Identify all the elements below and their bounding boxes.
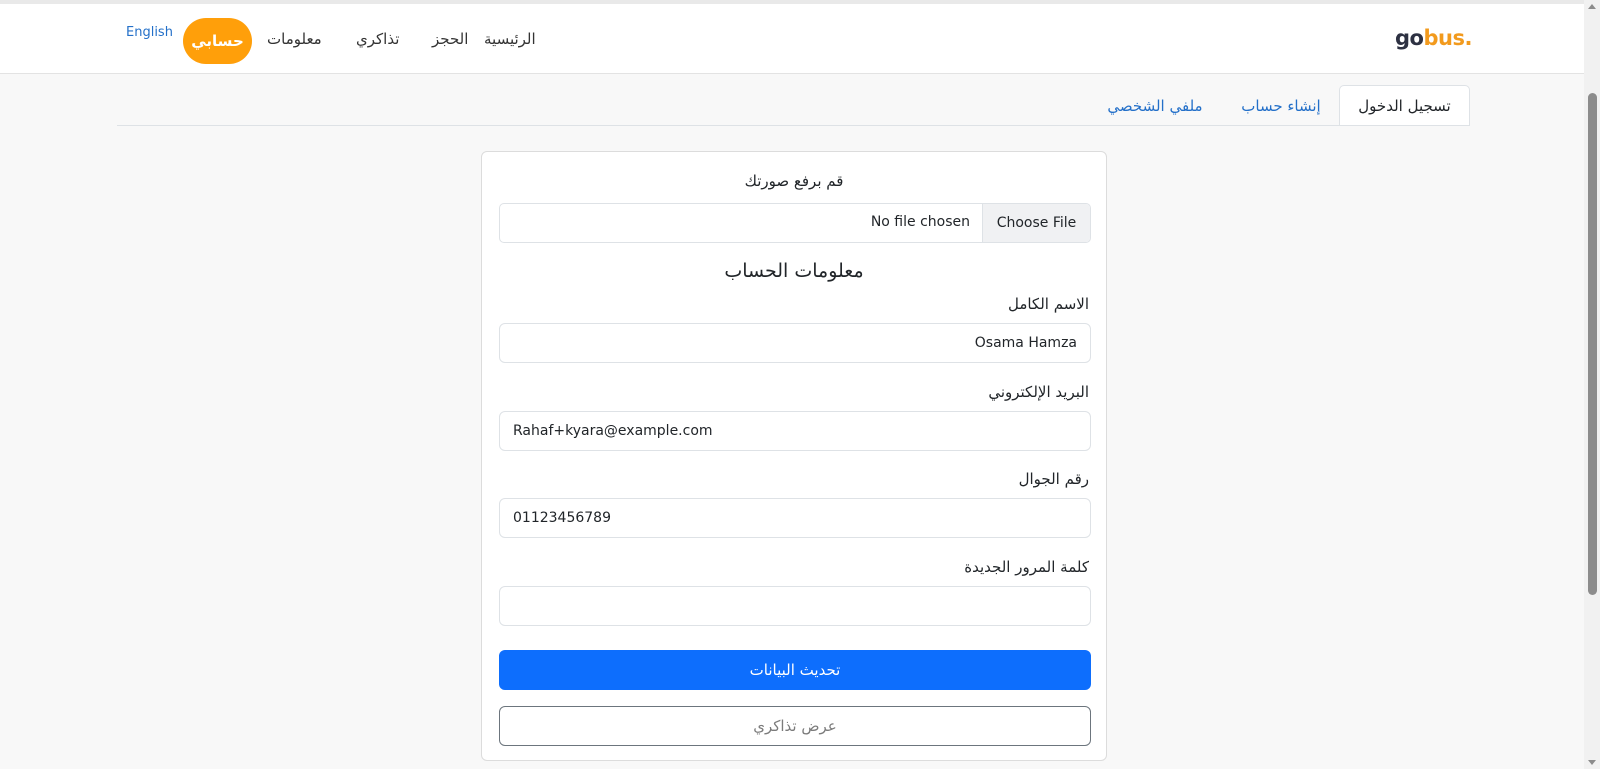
email-label: البريد الإلكتروني [988,383,1089,401]
nav-account-button[interactable]: حسابي [183,18,252,64]
new-password-field[interactable] [499,586,1091,626]
gobus-logo[interactable]: gobus. [1395,26,1472,50]
photo-file-input[interactable]: Choose File No file chosen [499,203,1091,243]
new-password-label: كلمة المرور الجديدة [964,558,1089,576]
file-status-text: No file chosen [870,214,970,230]
nav-home-link[interactable]: الرئيسية [484,30,536,48]
phone-label: رقم الجوال [1018,470,1089,488]
account-info-heading: معلومات الحساب [724,260,864,282]
logo-text: go [1395,26,1424,50]
choose-file-button[interactable]: Choose File [982,204,1090,242]
scrollbar-thumb[interactable] [1588,93,1597,595]
top-navbar: gobus. الرئيسية الحجز تذاكري معلومات حسا… [0,4,1584,74]
logo-accent-text: bus. [1423,26,1472,50]
tabs-divider [117,125,1470,126]
scroll-down-icon[interactable] [1588,760,1596,765]
update-data-button[interactable]: تحديث البيانات [499,650,1091,690]
fullname-label: الاسم الكامل [1007,295,1089,313]
nav-tickets-link[interactable]: تذاكري [356,30,399,48]
page-scrollbar[interactable] [1584,0,1600,769]
view-tickets-button[interactable]: عرض تذاكري [499,706,1091,746]
nav-booking-link[interactable]: الحجز [432,30,468,48]
tab-register[interactable]: إنشاء حساب [1226,85,1336,126]
phone-field[interactable] [499,498,1091,538]
nav-info-link[interactable]: معلومات [267,30,322,48]
fullname-field[interactable] [499,323,1091,363]
profile-card: قم برفع صورتك Choose File No file chosen… [481,151,1107,761]
email-field[interactable] [499,411,1091,451]
tab-login[interactable]: تسجيل الدخول [1339,85,1470,126]
language-switch-link[interactable]: English [126,25,173,40]
upload-photo-title: قم برفع صورتك [744,172,844,190]
tab-profile[interactable]: ملفي الشخصي [1090,85,1220,126]
scroll-up-icon[interactable] [1588,4,1596,9]
